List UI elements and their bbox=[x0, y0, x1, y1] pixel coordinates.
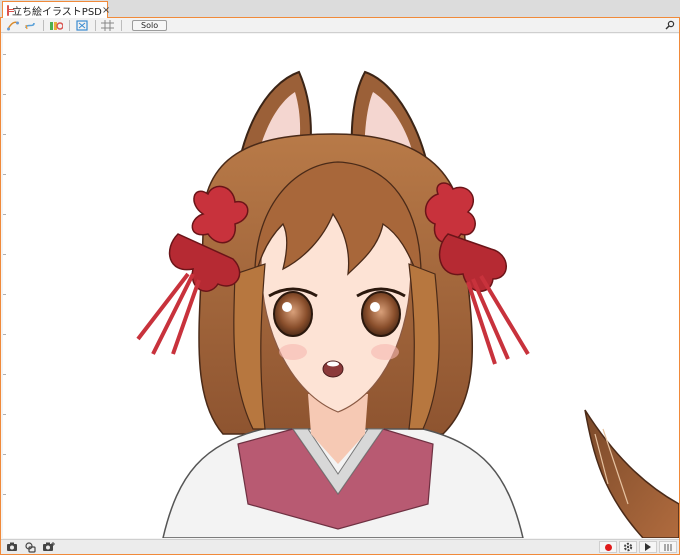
snapshot-icon[interactable] bbox=[23, 541, 37, 553]
toolbar-separator bbox=[121, 19, 122, 31]
vertical-ruler bbox=[3, 34, 6, 538]
camera-icon[interactable] bbox=[5, 541, 19, 553]
settings-icon[interactable] bbox=[619, 541, 637, 553]
toolbar-separator bbox=[69, 19, 70, 31]
document-icon bbox=[7, 4, 14, 16]
camera-plus-icon[interactable] bbox=[41, 541, 55, 553]
toolbar-separator bbox=[43, 19, 44, 31]
preview-canvas[interactable] bbox=[3, 34, 679, 538]
tab-close-button[interactable]: × bbox=[102, 5, 110, 16]
toolbar-separator bbox=[95, 19, 96, 31]
document-tab[interactable]: 立ち絵イラストPSD × bbox=[2, 1, 110, 18]
curve-tool-icon[interactable] bbox=[5, 19, 20, 32]
link-icon[interactable] bbox=[22, 19, 37, 32]
editor-frame: Solo bbox=[0, 18, 680, 555]
character-illustration bbox=[136, 70, 679, 538]
toolbar: Solo bbox=[1, 18, 679, 33]
tail bbox=[584, 409, 679, 538]
tab-title: 立ち絵イラストPSD bbox=[12, 6, 102, 18]
status-bar bbox=[1, 539, 679, 554]
record-icon[interactable] bbox=[599, 541, 617, 553]
tab-bar: 立ち絵イラストPSD × bbox=[0, 0, 680, 18]
palette-icon[interactable] bbox=[48, 19, 63, 32]
playback-controls bbox=[597, 541, 677, 553]
grid-icon[interactable] bbox=[100, 19, 115, 32]
solo-button[interactable]: Solo bbox=[132, 19, 168, 31]
pin-icon[interactable] bbox=[664, 19, 676, 31]
fit-view-icon[interactable] bbox=[74, 19, 89, 32]
play-icon[interactable] bbox=[639, 541, 657, 553]
timeline-icon[interactable] bbox=[659, 541, 677, 553]
